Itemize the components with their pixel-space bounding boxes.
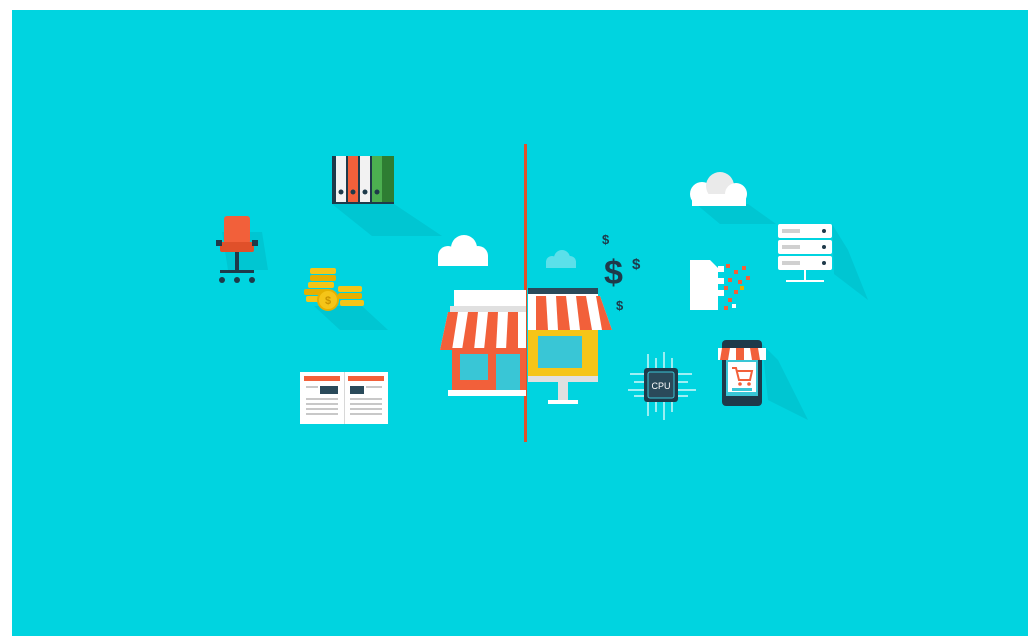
dollar-signs-icon: $ $ $ $ (600, 232, 660, 322)
dollar-medium-text: $ (632, 256, 641, 273)
newspaper-icon (300, 372, 388, 424)
dollar-big-text: $ (604, 254, 623, 292)
office-chair-icon (216, 216, 268, 283)
cloud-icon (438, 235, 488, 266)
dollar-bottom-text: $ (616, 298, 624, 313)
cpu-label: CPU (651, 381, 670, 391)
pixel-document-icon (690, 260, 750, 310)
dollar-small-text: $ (602, 232, 610, 247)
coin-stack-icon: $ (304, 268, 388, 330)
cloud-icon (546, 250, 576, 268)
shop-icon (440, 290, 526, 396)
mobile-shop-icon (718, 340, 808, 420)
binders-icon (332, 156, 442, 236)
illustration-canvas: $ $ $ $ $ CPU (12, 10, 1028, 636)
svg-text:$: $ (325, 295, 331, 307)
cloud-icon (690, 172, 776, 224)
cpu-chip-icon: CPU (628, 352, 696, 420)
server-rack-icon (778, 224, 868, 300)
